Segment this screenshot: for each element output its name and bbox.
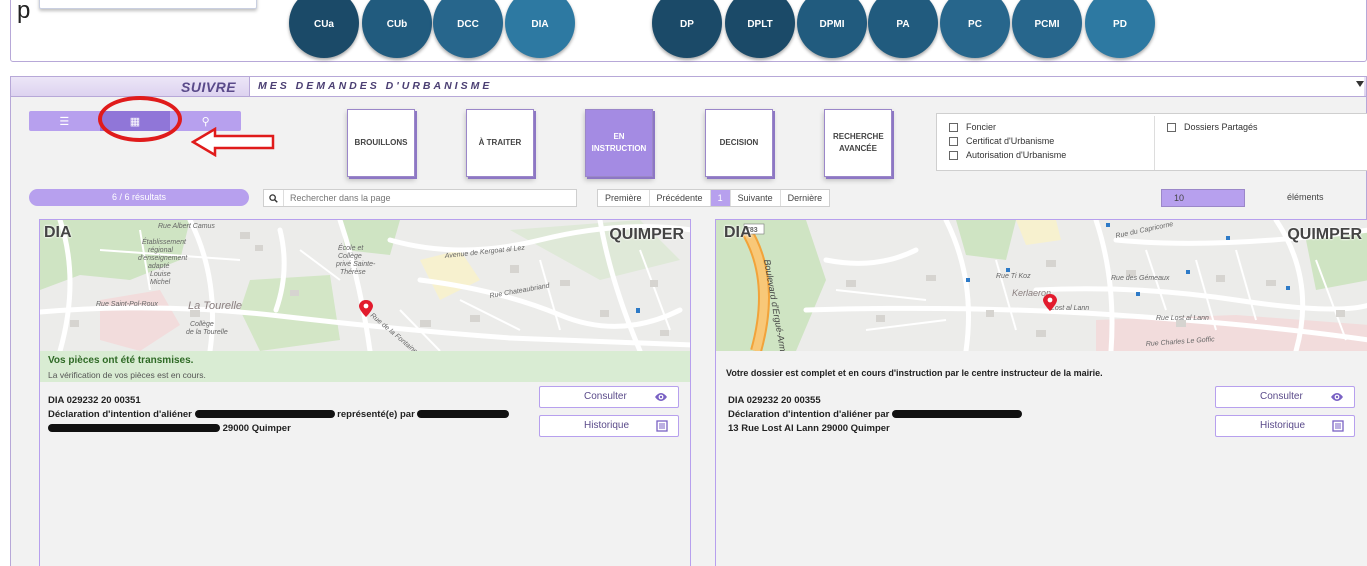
list-view-button[interactable]: ☰ [29, 111, 100, 131]
request-info: DIA 029232 20 00351 Déclaration d'intent… [48, 394, 510, 436]
status-advanced-search-button[interactable]: RECHERCHE AVANCÉE [824, 109, 892, 177]
map-thumbnail[interactable]: Rue Albert Camus Établissement régional d'… [40, 220, 690, 351]
status-in-instruction-button[interactable]: EN INSTRUCTION [585, 109, 653, 177]
map-image: Rue Albert Camus Établissementrégionald'… [40, 220, 690, 351]
annotation-arrow-icon [191, 127, 275, 157]
consult-button[interactable]: Consulter [539, 386, 679, 408]
svg-text:Louise: Louise [150, 271, 171, 278]
panel-header: SUIVRE MES DEMANDES D'URBANISME [11, 77, 1366, 97]
checkbox[interactable] [1167, 122, 1176, 132]
status-to-process-button[interactable]: À TRAITER [466, 109, 534, 177]
svg-text:Rue des Gémeaux: Rue des Gémeaux [1111, 275, 1170, 282]
svg-text:adapté: adapté [148, 263, 170, 270]
status-drafts-button[interactable]: BROUILLONS [347, 109, 415, 177]
svg-text:Thérèse: Thérèse [340, 269, 366, 276]
document-icon [656, 420, 668, 432]
per-page-input[interactable]: 10 [1161, 189, 1245, 207]
collapse-chevron-icon[interactable] [1356, 81, 1364, 87]
history-button[interactable]: Historique [539, 415, 679, 437]
svg-text:Lost al Lann: Lost al Lann [1051, 305, 1089, 312]
svg-text:Michel: Michel [150, 279, 171, 286]
city-label: QUIMPER [609, 226, 684, 243]
section-title: SUIVRE [181, 79, 237, 95]
request-type-label: DIA [44, 224, 72, 241]
svg-text:Rue Saint-Pol-Roux: Rue Saint-Pol-Roux [96, 301, 158, 308]
request-card: 783 Rue du Capricorne Rue Ti Koz Kerlaer… [715, 219, 1367, 566]
history-button[interactable]: Historique [1215, 415, 1355, 437]
filter-shared[interactable]: Dossiers Partagés [1167, 122, 1258, 132]
page-prev[interactable]: Précédente [650, 190, 711, 206]
consult-button[interactable]: Consulter [1215, 386, 1355, 408]
status-notice: Vos pièces ont été transmises. La vérifi… [40, 351, 690, 382]
document-icon [1332, 420, 1344, 432]
filter-certificat[interactable]: Certificat d'Urbanisme [949, 136, 1054, 146]
svg-text:École et: École et [338, 243, 364, 252]
map-image: 783 Rue du Capricorne Rue Ti Koz Kerlaer… [716, 220, 1367, 351]
page-first[interactable]: Première [598, 190, 650, 206]
filter-foncier[interactable]: Foncier [949, 122, 996, 132]
page-next[interactable]: Suivante [731, 190, 781, 206]
svg-text:régional: régional [148, 247, 173, 254]
svg-text:Rue Ti Koz: Rue Ti Koz [996, 273, 1031, 280]
filter-divider [1154, 116, 1155, 170]
redaction [194, 410, 335, 419]
cut-title-letter: p [17, 0, 31, 24]
page-current[interactable]: 1 [710, 190, 731, 206]
svg-text:Collège: Collège [338, 253, 362, 260]
map-thumbnail[interactable]: 783 Rue du Capricorne Rue Ti Koz Kerlaer… [716, 220, 1367, 351]
svg-text:Établissement: Établissement [142, 237, 187, 246]
list-icon: ☰ [59, 115, 70, 128]
search-input[interactable] [284, 193, 564, 203]
filter-box: Foncier Certificat d'Urbanisme Autorisat… [936, 113, 1367, 171]
status-notice: Votre dossier est complet et en cours d'… [726, 368, 1103, 378]
svg-text:privé Sainte-: privé Sainte- [335, 261, 376, 268]
annotation-ellipse [98, 96, 182, 142]
top-create-button[interactable] [39, 0, 257, 9]
page-title: MES DEMANDES D'URBANISME [249, 77, 1364, 96]
request-card: Rue Albert Camus Établissement régional d'… [39, 219, 691, 566]
svg-text:Rue Albert Camus: Rue Albert Camus [158, 223, 215, 230]
svg-text:La Tourelle: La Tourelle [188, 300, 242, 312]
per-page-label: éléments [1287, 192, 1324, 202]
svg-text:de la Tourelle: de la Tourelle [186, 329, 228, 336]
page-last[interactable]: Dernière [781, 190, 830, 206]
eye-icon [1331, 393, 1343, 401]
request-type-label: DIA [724, 224, 752, 241]
svg-text:d'enseignement: d'enseignement [138, 255, 188, 262]
checkbox[interactable] [949, 136, 958, 146]
search-box [263, 189, 577, 207]
svg-text:Collège: Collège [190, 321, 214, 328]
city-label: QUIMPER [1287, 226, 1362, 243]
svg-text:Rue Lost al Lann: Rue Lost al Lann [1156, 315, 1209, 322]
map-pin-icon: ⚲ [201, 115, 210, 128]
search-icon[interactable] [264, 190, 284, 206]
redaction [48, 424, 220, 433]
filter-autorisation[interactable]: Autorisation d'Urbanisme [949, 150, 1066, 160]
redaction [417, 410, 510, 419]
checkbox[interactable] [949, 150, 958, 160]
eye-icon [655, 393, 667, 401]
pagination: Première Précédente 1 Suivante Dernière [597, 189, 831, 207]
status-decision-button[interactable]: DECISION [705, 109, 773, 177]
follow-requests-panel: SUIVRE MES DEMANDES D'URBANISME ☰ ▦ ⚲ BR… [10, 76, 1367, 566]
redaction [891, 410, 1022, 419]
request-info: DIA 029232 20 00355 Déclaration d'intent… [728, 394, 1022, 436]
results-count: 6 / 6 résultats [29, 189, 249, 206]
checkbox[interactable] [949, 122, 958, 132]
